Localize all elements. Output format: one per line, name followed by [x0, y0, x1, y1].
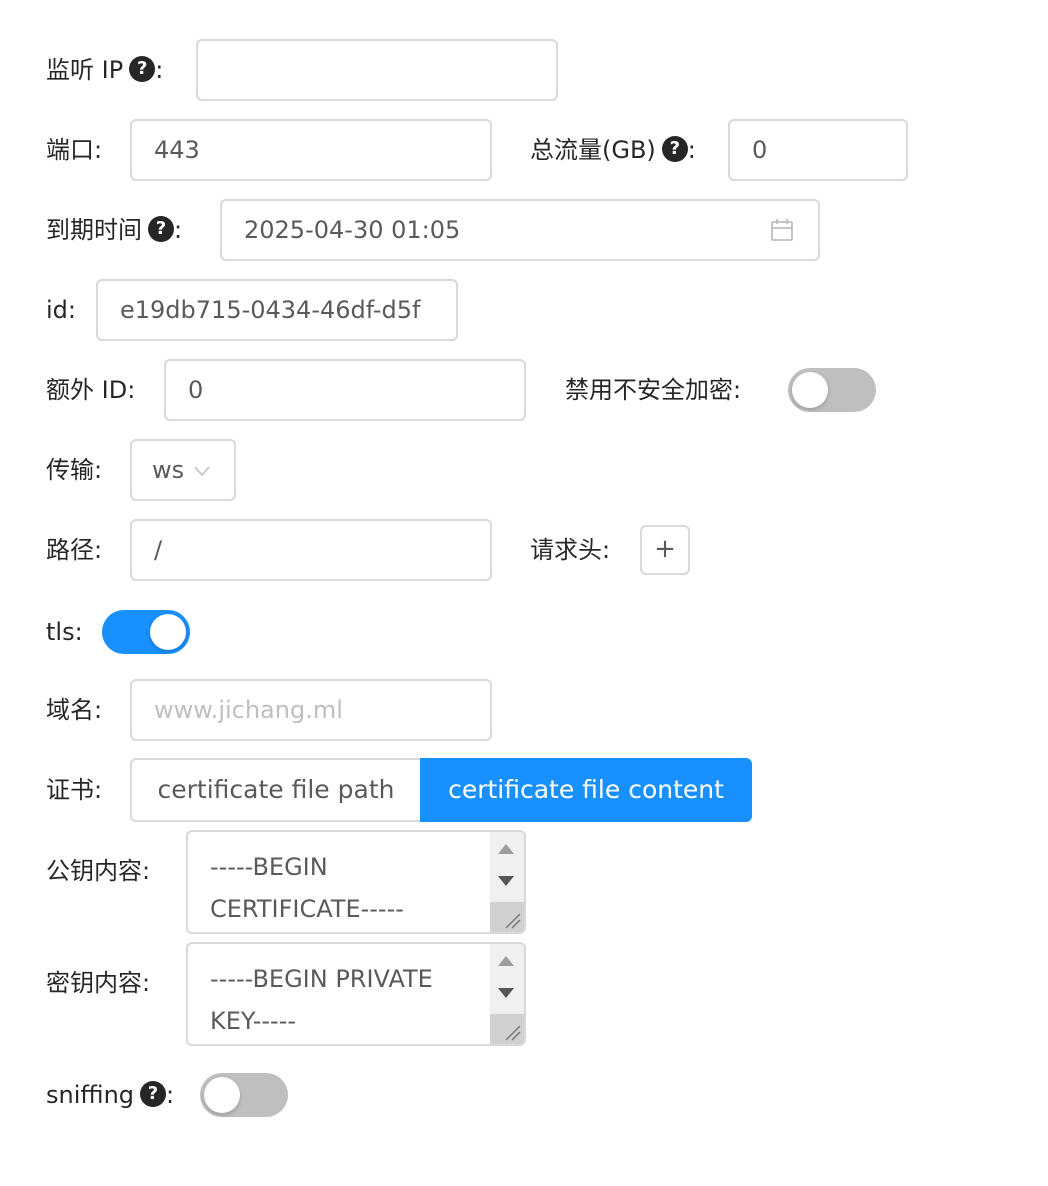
resize-grip-icon	[505, 1025, 521, 1041]
id-input[interactable]: e19db715-0434-46df-d5f	[96, 279, 458, 341]
id-label: id:	[46, 296, 76, 324]
total-traffic-label: 总流量(GB)?:	[530, 136, 696, 164]
expiry-date-picker[interactable]: 2025-04-30 01:05	[220, 199, 820, 261]
headers-label: 请求头:	[530, 536, 611, 564]
listen-ip-label: 监听 IP?:	[46, 56, 164, 84]
sniffing-row: sniffing?:	[0, 1064, 1048, 1126]
id-row: id: e19db715-0434-46df-d5f	[0, 279, 1048, 341]
extra-id-row: 额外 ID: 0 禁用不安全加密:	[0, 359, 1048, 421]
domain-row: 域名: www.jichang.ml	[0, 679, 1048, 741]
help-icon[interactable]: ?	[140, 1081, 167, 1107]
sniffing-label: sniffing?:	[46, 1081, 175, 1109]
add-header-button[interactable]: +	[640, 525, 690, 575]
help-icon[interactable]: ?	[129, 56, 156, 82]
switch-knob	[150, 614, 186, 650]
transport-row: 传输: ws	[0, 439, 1048, 501]
domain-input[interactable]: www.jichang.ml	[130, 679, 492, 741]
private-key-text: -----BEGIN PRIVATE KEY-----	[210, 965, 441, 1035]
help-icon[interactable]: ?	[661, 136, 688, 162]
scroll-up-icon[interactable]	[498, 956, 514, 966]
tls-row: tls:	[0, 601, 1048, 663]
scrollbar[interactable]	[490, 832, 524, 932]
resize-handle[interactable]	[490, 902, 524, 932]
private-key-label: 密钥内容:	[46, 969, 151, 997]
path-label: 路径:	[46, 536, 103, 564]
expiry-value: 2025-04-30 01:05	[244, 216, 461, 244]
calendar-icon[interactable]	[770, 218, 794, 242]
tls-label: tls:	[46, 618, 83, 646]
cert-file-path-option[interactable]: certificate file path	[130, 758, 420, 822]
tls-switch[interactable]	[102, 610, 190, 654]
port-label: 端口:	[46, 136, 103, 164]
transport-label: 传输:	[46, 456, 103, 484]
public-key-textarea[interactable]: -----BEGIN CERTIFICATE-----	[186, 830, 526, 934]
scroll-up-icon[interactable]	[498, 844, 514, 854]
certificate-row: 证书: certificate file path certificate fi…	[0, 758, 1048, 822]
switch-knob	[792, 372, 828, 408]
path-row: 路径: / 请求头: +	[0, 519, 1048, 581]
extra-id-input[interactable]: 0	[164, 359, 526, 421]
public-key-row: 公钥内容: -----BEGIN CERTIFICATE-----	[0, 830, 1048, 934]
total-traffic-input[interactable]: 0	[728, 119, 908, 181]
scroll-down-icon[interactable]	[498, 876, 514, 886]
path-input[interactable]: /	[130, 519, 492, 581]
disable-insecure-label: 禁用不安全加密:	[565, 376, 742, 404]
public-key-text: -----BEGIN CERTIFICATE-----	[210, 853, 404, 923]
extra-id-label: 额外 ID:	[46, 376, 136, 404]
domain-label: 域名:	[46, 696, 103, 724]
disable-insecure-switch[interactable]	[788, 368, 876, 412]
chevron-down-icon	[194, 466, 210, 477]
public-key-label: 公钥内容:	[46, 857, 151, 885]
transport-value: ws	[152, 456, 185, 484]
scrollbar[interactable]	[490, 944, 524, 1044]
help-icon[interactable]: ?	[148, 216, 174, 242]
expiry-row: 到期时间?: 2025-04-30 01:05	[0, 199, 1048, 261]
resize-handle[interactable]	[490, 1014, 524, 1044]
scroll-down-icon[interactable]	[498, 988, 514, 998]
expiry-label: 到期时间?:	[46, 216, 183, 244]
private-key-textarea[interactable]: -----BEGIN PRIVATE KEY-----	[186, 942, 526, 1046]
port-row: 端口: 443 总流量(GB)?: 0	[0, 119, 1048, 181]
listen-ip-row: 监听 IP?:	[0, 39, 1048, 101]
switch-knob	[204, 1077, 240, 1113]
port-input[interactable]: 443	[130, 119, 492, 181]
cert-file-content-option[interactable]: certificate file content	[420, 758, 752, 822]
sniffing-switch[interactable]	[200, 1073, 288, 1117]
resize-grip-icon	[505, 913, 521, 929]
listen-ip-input[interactable]	[196, 39, 558, 101]
certificate-label: 证书:	[46, 776, 103, 804]
private-key-row: 密钥内容: -----BEGIN PRIVATE KEY-----	[0, 942, 1048, 1046]
transport-select[interactable]: ws	[130, 439, 236, 501]
